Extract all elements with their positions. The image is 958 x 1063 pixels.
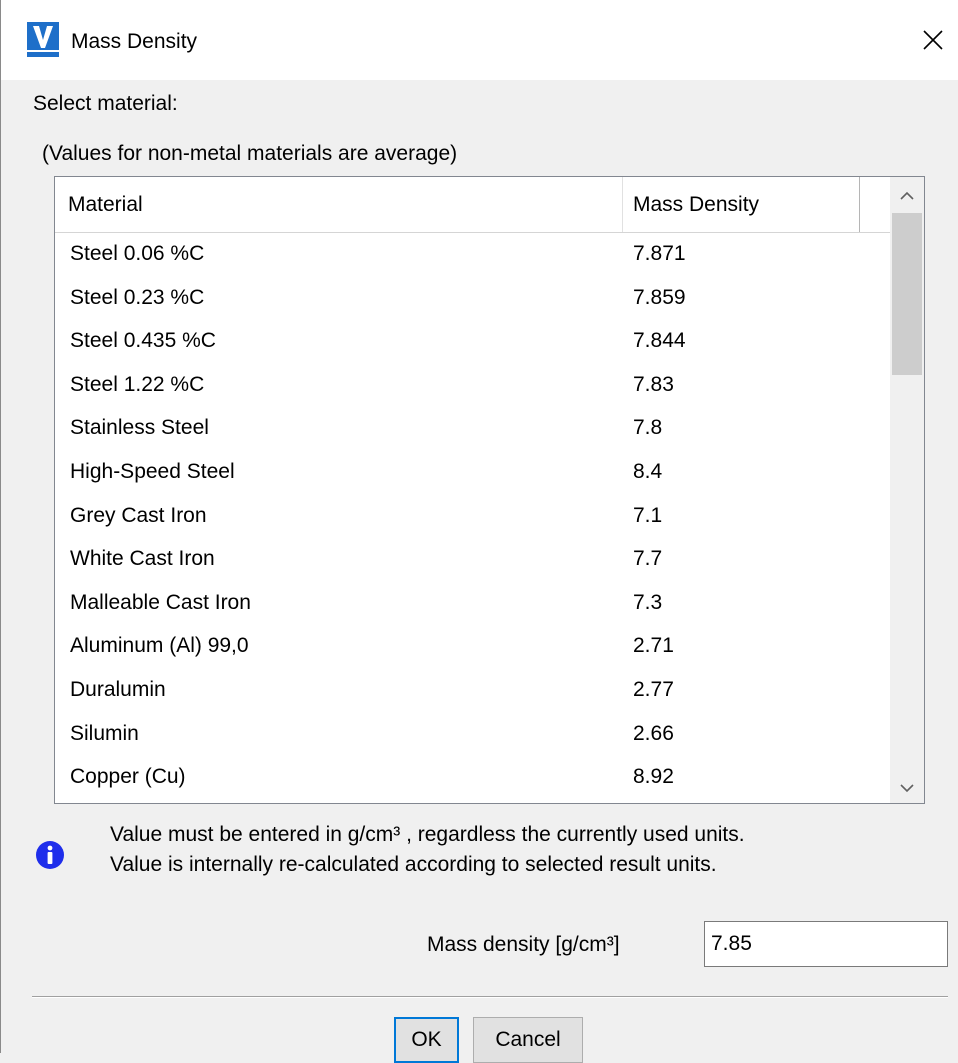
info-icon [36,841,64,869]
vericad-app-icon [27,22,59,57]
material-cell: Silumin [70,721,139,745]
table-row[interactable]: Steel 0.23 %C 7.859 [55,277,890,321]
density-cell: 2.77 [633,677,674,701]
select-material-label: Select material: [33,92,178,115]
table-row[interactable]: Stainless Steel 7.8 [55,407,890,451]
scroll-up-button[interactable] [890,179,924,213]
material-cell: Grey Cast Iron [70,503,207,527]
column-header-material[interactable]: Material [55,177,623,232]
density-cell: 7.859 [633,285,686,309]
cancel-button[interactable]: Cancel [473,1017,583,1063]
table-row[interactable]: White Cast Iron 7.7 [55,538,890,582]
material-cell: High-Speed Steel [70,459,235,483]
density-cell: 8.4 [633,459,663,483]
info-line-1: Value must be entered in g/cm³ , regardl… [110,823,745,846]
table-row[interactable]: Silumin 2.66 [55,713,890,757]
table-header: Material Mass Density [55,177,890,233]
mass-density-input[interactable] [704,921,948,967]
window-title: Mass Density [71,30,198,53]
average-values-note: (Values for non-metal materials are aver… [42,142,458,165]
chevron-up-icon [900,191,914,200]
material-cell: Duralumin [70,677,166,701]
density-cell: 2.71 [633,634,674,658]
info-line-2: Value is internally re-calculated accord… [110,853,717,876]
material-cell: Malleable Cast Iron [70,590,251,614]
density-cell: 7.83 [633,372,674,396]
table-row[interactable]: Grey Cast Iron 7.1 [55,495,890,539]
material-cell: Steel 0.23 %C [70,285,205,309]
density-cell: 7.844 [633,329,686,353]
table-row[interactable]: Steel 1.22 %C 7.83 [55,364,890,408]
material-cell: White Cast Iron [70,547,215,571]
table-row[interactable]: Aluminum (Al) 99,0 2.71 [55,625,890,669]
materials-table[interactable]: Material Mass Density Steel 0.06 %C 7.871… [54,176,925,804]
scroll-down-button[interactable] [890,771,924,803]
mass-density-label: Mass density [g/cm³] [427,933,620,956]
density-cell: 7.8 [633,416,663,440]
table-row[interactable]: Steel 0.06 %C 7.871 [55,233,890,277]
close-icon [923,30,943,50]
material-cell: Aluminum (Al) 99,0 [70,634,249,658]
material-cell: Steel 1.22 %C [70,372,205,396]
material-cell: Copper (Cu) [70,765,186,789]
column-header-mass-density[interactable]: Mass Density [623,177,860,232]
table-row[interactable]: Malleable Cast Iron 7.3 [55,582,890,626]
table-row[interactable]: Copper (Cu) 8.92 [55,756,890,800]
density-cell: 7.7 [633,547,663,571]
material-cell: Steel 0.435 %C [70,329,216,353]
close-button[interactable] [909,16,957,64]
density-cell: 7.871 [633,242,686,265]
table-row[interactable]: Steel 0.435 %C 7.844 [55,320,890,364]
info-message: Value must be entered in g/cm³ , regardl… [110,820,745,880]
ok-button[interactable]: OK [394,1017,459,1063]
separator [32,996,948,998]
material-cell: Steel 0.06 %C [70,242,205,265]
scrollbar-thumb[interactable] [892,213,922,375]
mass-density-dialog: Mass Density Select material: (Values fo… [0,0,958,1063]
chevron-down-icon [900,784,914,793]
table-row[interactable]: Duralumin 2.77 [55,669,890,713]
density-cell: 7.3 [633,590,663,614]
table-rows: Steel 0.06 %C 7.871 Steel 0.23 %C 7.859 St… [55,233,890,800]
vertical-scrollbar[interactable] [890,177,924,803]
title-bar: Mass Density [1,0,958,80]
density-cell: 2.66 [633,721,674,745]
density-cell: 8.92 [633,765,674,789]
table-row[interactable]: High-Speed Steel 8.4 [55,451,890,495]
material-cell: Stainless Steel [70,416,209,440]
density-cell: 7.1 [633,503,663,527]
